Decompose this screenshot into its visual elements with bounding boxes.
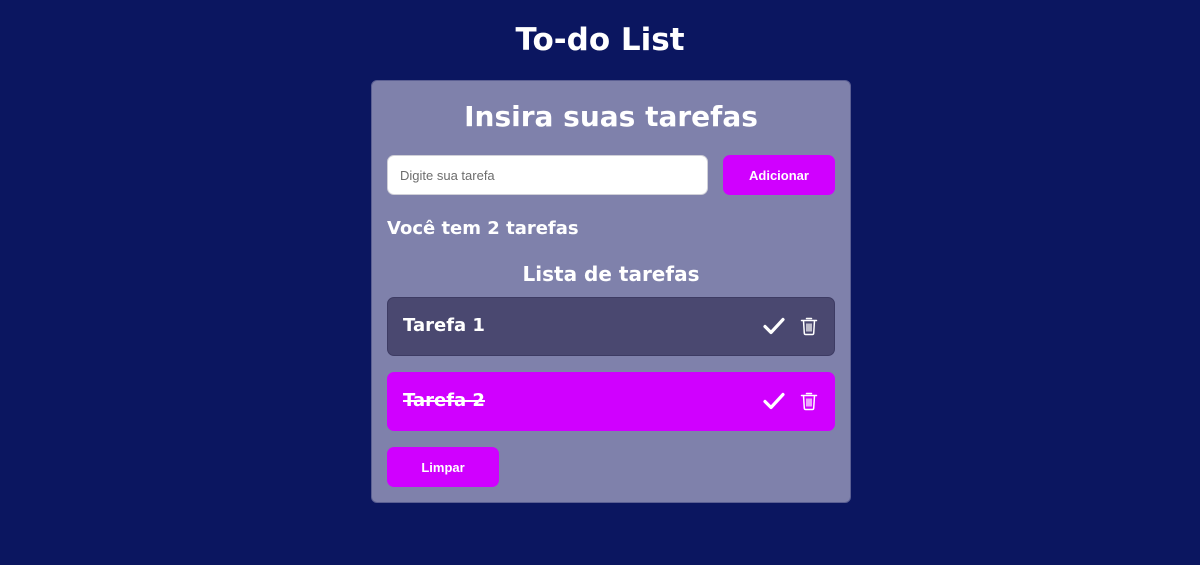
task-count: Você tem 2 tarefas: [387, 218, 579, 239]
todo-card: Insira suas tarefas Adicionar Você tem 2…: [371, 80, 851, 503]
check-icon[interactable]: [762, 389, 786, 413]
task-label: Tarefa 1: [403, 315, 485, 336]
task-item: Tarefa 1: [387, 297, 835, 356]
trash-icon[interactable]: [797, 389, 821, 413]
task-item: Tarefa 2: [387, 372, 835, 431]
page-title: To-do List: [515, 22, 685, 58]
add-task-button[interactable]: Adicionar: [723, 155, 835, 195]
task-input[interactable]: [387, 155, 708, 195]
check-icon[interactable]: [762, 314, 786, 338]
trash-icon[interactable]: [797, 314, 821, 338]
clear-button[interactable]: Limpar: [387, 447, 499, 487]
list-title: Lista de tarefas: [522, 262, 700, 286]
card-title: Insira suas tarefas: [464, 100, 758, 133]
task-label: Tarefa 2: [403, 390, 485, 411]
